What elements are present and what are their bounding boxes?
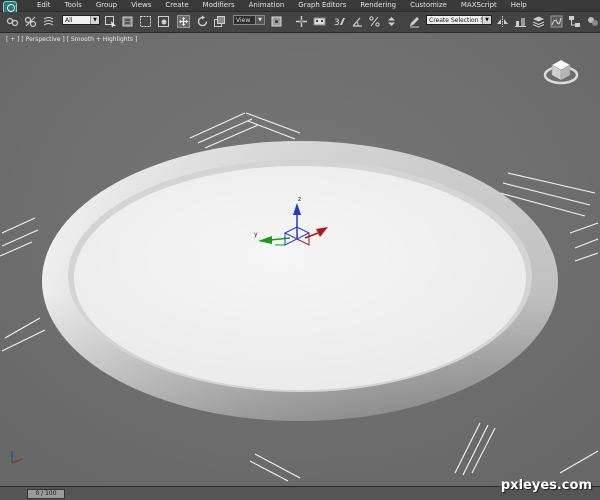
menu-rendering[interactable]: Rendering <box>353 0 403 11</box>
schematic-view-icon[interactable] <box>568 15 581 28</box>
unlink-icon[interactable] <box>24 15 37 28</box>
menu-create[interactable]: Create <box>158 0 195 11</box>
rectangular-selection-icon[interactable] <box>139 15 152 28</box>
layer-manager-icon[interactable] <box>532 15 545 28</box>
main-toolbar: All ▼ View ▼ 3 Create Selection Se ▼ <box>0 12 600 33</box>
menu-graph-editors[interactable]: Graph Editors <box>291 0 353 11</box>
snaps-toggle-icon[interactable]: 3 <box>333 15 346 28</box>
rotate-icon[interactable] <box>196 15 209 28</box>
app-logo-icon <box>7 4 15 12</box>
select-by-name-icon[interactable] <box>121 15 134 28</box>
time-slider-thumb[interactable]: 0 / 100 <box>27 489 65 499</box>
angle-snap-icon[interactable] <box>351 15 364 28</box>
menu-animation[interactable]: Animation <box>242 0 292 11</box>
menu-edit[interactable]: Edit <box>30 0 58 11</box>
scale-icon[interactable] <box>213 15 226 28</box>
perspective-viewport[interactable]: z y [ + ] [ Perspective ] [ Smooth + Hig… <box>0 33 600 486</box>
menu-group[interactable]: Group <box>89 0 124 11</box>
menu-items: Edit Tools Group Views Create Modifiers … <box>30 0 534 11</box>
svg-text:3: 3 <box>334 18 340 28</box>
move-icon[interactable] <box>177 15 190 28</box>
menu-help[interactable]: Help <box>504 0 534 11</box>
scene-canvas: z y <box>0 33 600 486</box>
selection-filter-dropdown[interactable]: All ▼ <box>62 15 100 25</box>
percent-snap-icon[interactable] <box>368 15 381 28</box>
viewport-label[interactable]: [ + ] [ Perspective ] [ Smooth + Highlig… <box>6 36 137 43</box>
select-and-manipulate-icon[interactable] <box>295 15 308 28</box>
window-crossing-icon[interactable] <box>157 15 170 28</box>
chevron-down-icon: ▼ <box>482 16 491 24</box>
menu-maxscript[interactable]: MAXScript <box>454 0 504 11</box>
watermark: pxleyes.com <box>500 478 592 493</box>
material-editor-icon[interactable] <box>586 15 599 28</box>
reference-coordinate-dropdown[interactable]: View ▼ <box>233 15 265 25</box>
bind-spacewarp-icon[interactable] <box>42 15 55 28</box>
link-icon[interactable] <box>6 15 19 28</box>
menu-tools[interactable]: Tools <box>58 0 89 11</box>
keyboard-shortcut-icon[interactable] <box>313 15 326 28</box>
named-selection-sets-dropdown[interactable]: Create Selection Se ▼ <box>426 15 492 25</box>
mirror-icon[interactable] <box>496 15 509 28</box>
pivot-center-icon[interactable] <box>270 15 283 28</box>
menu-customize[interactable]: Customize <box>403 0 454 11</box>
menu-bar: Edit Tools Group Views Create Modifiers … <box>0 0 600 15</box>
gizmo-z-label: z <box>298 196 301 203</box>
chevron-down-icon: ▼ <box>90 16 99 24</box>
chevron-down-icon: ▼ <box>255 16 264 24</box>
menu-views[interactable]: Views <box>124 0 158 11</box>
edit-named-selection-icon[interactable] <box>408 15 421 28</box>
align-icon[interactable] <box>514 15 527 28</box>
gizmo-y-label: y <box>254 231 258 238</box>
curve-editor-icon[interactable] <box>550 15 563 28</box>
menu-modifiers[interactable]: Modifiers <box>196 0 242 11</box>
select-object-icon[interactable] <box>104 15 117 28</box>
spinner-snap-icon[interactable] <box>385 15 398 28</box>
